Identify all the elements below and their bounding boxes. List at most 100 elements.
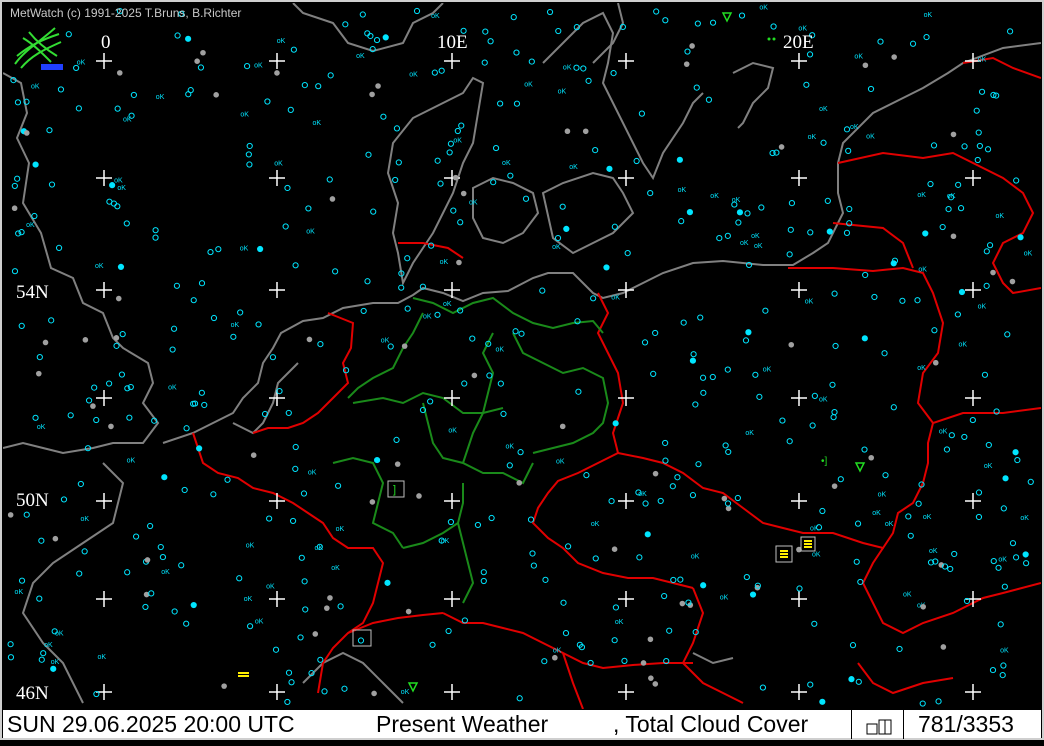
station-circle-icon[interactable]: [213, 92, 219, 98]
station-circle-icon[interactable]: [486, 372, 493, 379]
station-circle-icon[interactable]: [289, 517, 297, 525]
station-circle-icon[interactable]: [641, 339, 649, 346]
station-circle-icon[interactable]: [978, 88, 986, 95]
station-circle-icon[interactable]: [931, 327, 938, 334]
station-circle-icon[interactable]: [803, 81, 810, 88]
station-circle-icon[interactable]: [826, 228, 833, 235]
station-circle-icon[interactable]: oK: [569, 164, 578, 171]
station-circle-icon[interactable]: [516, 695, 523, 702]
station-circle-icon[interactable]: [742, 337, 750, 344]
station-circle-icon[interactable]: [302, 606, 309, 613]
station-circle-icon[interactable]: [183, 620, 190, 627]
station-circle-icon[interactable]: oK: [805, 298, 814, 305]
station-circle-icon[interactable]: [612, 604, 620, 611]
station-circle-icon[interactable]: [837, 476, 844, 483]
station-circle-icon[interactable]: [387, 343, 394, 350]
station-circle-icon[interactable]: [943, 446, 951, 453]
station-circle-icon[interactable]: [689, 492, 697, 499]
station-circle-icon[interactable]: [644, 531, 651, 538]
station-circle-icon[interactable]: [224, 476, 231, 483]
station-circle-icon[interactable]: [612, 420, 619, 427]
station-circle-icon[interactable]: [55, 244, 63, 251]
station-circle-icon[interactable]: [36, 354, 43, 361]
station-circle-icon[interactable]: [788, 341, 795, 348]
station-circle-icon[interactable]: [394, 461, 401, 467]
station-circle-icon[interactable]: [786, 251, 793, 258]
station-circle-icon[interactable]: [686, 209, 694, 216]
station-circle-icon[interactable]: oK: [244, 596, 253, 603]
station-circle-icon[interactable]: [481, 59, 488, 66]
station-circle-icon[interactable]: [266, 515, 273, 522]
station-circle-icon[interactable]: [955, 181, 962, 188]
station-circle-icon[interactable]: oK: [453, 138, 462, 145]
station-circle-icon[interactable]: [528, 58, 535, 65]
station-circle-icon[interactable]: [11, 182, 18, 190]
station-circle-icon[interactable]: [171, 608, 178, 615]
station-circle-icon[interactable]: [67, 412, 74, 419]
station-circle-icon[interactable]: [312, 631, 319, 637]
station-circle-icon[interactable]: [329, 196, 336, 202]
station-circle-icon[interactable]: oK: [502, 160, 511, 167]
station-circle-icon[interactable]: [159, 553, 167, 561]
station-circle-icon[interactable]: [778, 144, 785, 150]
station-circle-icon[interactable]: [670, 576, 677, 584]
station-circle-icon[interactable]: [337, 603, 344, 610]
station-circle-icon[interactable]: [513, 100, 521, 107]
station-circle-icon[interactable]: [380, 113, 387, 120]
station-circle-icon[interactable]: [404, 255, 411, 262]
station-circle-icon[interactable]: oK: [878, 491, 887, 498]
station-circle-icon[interactable]: [398, 284, 405, 291]
station-circle-icon[interactable]: [126, 414, 133, 421]
station-circle-icon[interactable]: [321, 688, 328, 695]
station-circle-icon[interactable]: [819, 698, 826, 705]
station-circle-icon[interactable]: [756, 393, 763, 400]
station-circle-icon[interactable]: [384, 579, 391, 586]
station-circle-icon[interactable]: [36, 595, 43, 602]
station-circle-icon[interactable]: [542, 576, 549, 583]
station-circle-icon[interactable]: [724, 366, 731, 373]
station-circle-icon[interactable]: [284, 184, 291, 192]
station-circle-icon[interactable]: [752, 371, 759, 378]
station-circle-icon[interactable]: [246, 623, 254, 630]
station-circle-icon[interactable]: [170, 325, 178, 332]
station-circle-icon[interactable]: [285, 669, 293, 676]
station-circle-icon[interactable]: oK: [751, 233, 760, 240]
station-circle-icon[interactable]: [1023, 560, 1030, 567]
station-circle-icon[interactable]: [552, 654, 558, 661]
station-circle-icon[interactable]: [113, 335, 120, 341]
station-circle-icon[interactable]: [975, 489, 983, 496]
station-circle-icon[interactable]: oK: [423, 313, 432, 320]
station-circle-icon[interactable]: [157, 543, 164, 551]
station-circle-icon[interactable]: oK: [958, 341, 967, 348]
station-circle-icon[interactable]: oK: [277, 38, 286, 45]
station-circle-icon[interactable]: oK: [37, 424, 46, 431]
station-circle-icon[interactable]: [215, 246, 222, 253]
station-circle-icon[interactable]: [461, 380, 468, 387]
station-circle-icon[interactable]: [997, 621, 1004, 628]
station-circle-icon[interactable]: [647, 636, 654, 643]
station-circle-icon[interactable]: [292, 465, 299, 472]
station-circle-icon[interactable]: oK: [984, 463, 993, 470]
station-circle-icon[interactable]: [592, 555, 599, 562]
station-circle-icon[interactable]: [115, 295, 122, 302]
station-circle-icon[interactable]: [974, 156, 981, 164]
station-circle-icon[interactable]: [445, 627, 452, 635]
station-circle-icon[interactable]: oK: [819, 106, 828, 113]
station-circle-icon[interactable]: [855, 678, 862, 685]
station-circle-icon[interactable]: [201, 401, 208, 409]
station-circle-icon[interactable]: [950, 131, 957, 138]
station-circle-icon[interactable]: [7, 512, 14, 518]
station-circle-icon[interactable]: [689, 357, 697, 364]
station-circle-icon[interactable]: [582, 128, 589, 135]
station-circle-icon[interactable]: oK: [97, 654, 106, 661]
station-circle-icon[interactable]: [198, 389, 205, 396]
station-circle-icon[interactable]: oK: [313, 120, 322, 127]
station-circle-icon[interactable]: [334, 482, 342, 489]
station-circle-icon[interactable]: [724, 500, 732, 507]
station-circle-icon[interactable]: [683, 61, 690, 67]
station-circle-icon[interactable]: oK: [923, 514, 932, 521]
station-circle-icon[interactable]: [375, 83, 381, 89]
station-circle-icon[interactable]: [907, 532, 914, 539]
station-circle-icon[interactable]: [857, 578, 864, 586]
station-circle-icon[interactable]: [132, 533, 140, 540]
